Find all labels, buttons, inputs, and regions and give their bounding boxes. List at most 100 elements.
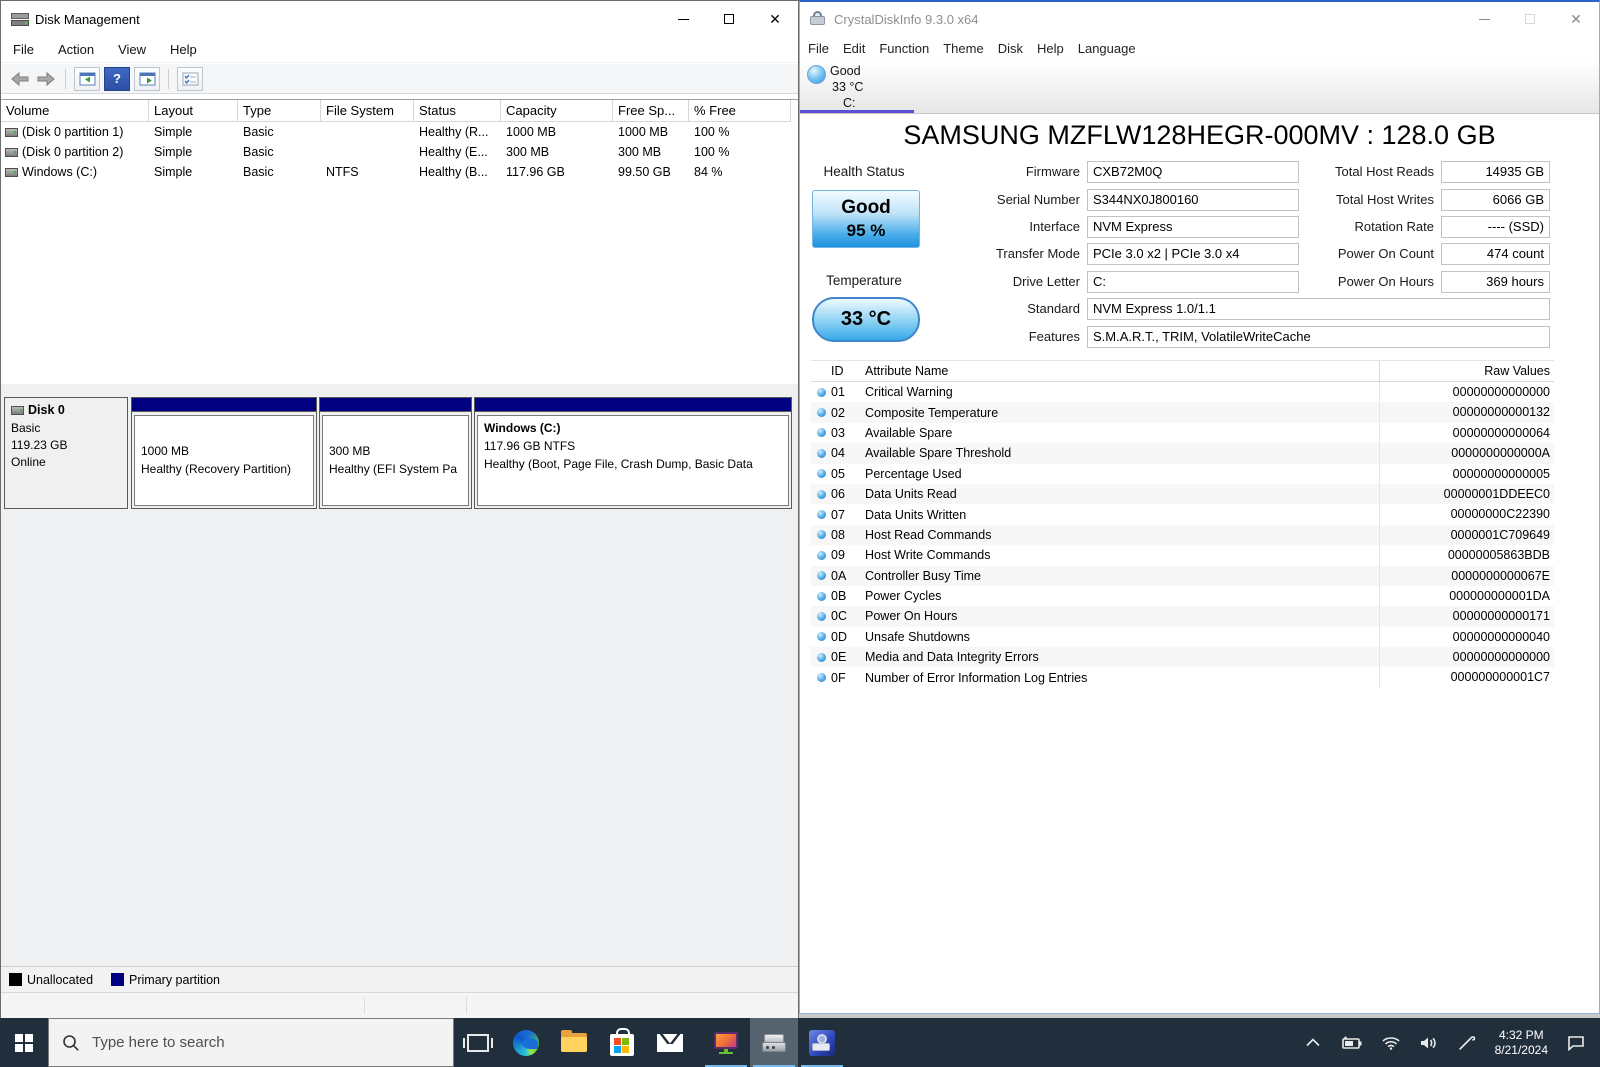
smart-raw: 00000000C22390 bbox=[1379, 504, 1554, 524]
dm-maximize-button[interactable] bbox=[706, 1, 752, 37]
volume-layout: Simple bbox=[149, 162, 238, 182]
smart-row[interactable]: 03Available Spare00000000000064 bbox=[811, 423, 1554, 443]
volume-capacity: 300 MB bbox=[501, 142, 613, 162]
smart-row[interactable]: 05Percentage Used00000000000005 bbox=[811, 464, 1554, 484]
col-percentfree[interactable]: % Free bbox=[689, 100, 791, 122]
action-pane-button[interactable] bbox=[134, 67, 160, 91]
col-layout[interactable]: Layout bbox=[149, 100, 238, 122]
col-volume[interactable]: Volume bbox=[1, 100, 149, 122]
pane-splitter[interactable] bbox=[1, 384, 798, 392]
help-button[interactable]: ? bbox=[104, 67, 130, 91]
col-capacity[interactable]: Capacity bbox=[501, 100, 613, 122]
cdi-menu-help[interactable]: Help bbox=[1037, 41, 1064, 56]
store-button[interactable] bbox=[598, 1018, 646, 1067]
smart-row[interactable]: 0DUnsafe Shutdowns00000000000040 bbox=[811, 627, 1554, 647]
cdi-menu-file[interactable]: File bbox=[808, 41, 829, 56]
screenshot-app-button[interactable] bbox=[702, 1018, 750, 1067]
partition-size: 300 MB bbox=[329, 442, 462, 460]
smart-row[interactable]: 01Critical Warning00000000000000 bbox=[811, 382, 1554, 402]
smart-name: Power On Hours bbox=[865, 609, 1379, 623]
col-filesystem[interactable]: File System bbox=[321, 100, 414, 122]
toolbar-separator bbox=[168, 69, 169, 89]
forward-button[interactable] bbox=[35, 70, 57, 88]
smart-raw: 000000000001DA bbox=[1379, 586, 1554, 606]
cdi-maximize-button[interactable] bbox=[1507, 2, 1553, 36]
volume-button[interactable] bbox=[1411, 1018, 1447, 1067]
volume-row[interactable]: (Disk 0 partition 1) Simple Basic Health… bbox=[1, 122, 798, 142]
col-freespace[interactable]: Free Sp... bbox=[613, 100, 689, 122]
volume-row[interactable]: (Disk 0 partition 2) Simple Basic Health… bbox=[1, 142, 798, 162]
disk-management-taskbar-button[interactable] bbox=[750, 1018, 798, 1067]
pen-button[interactable] bbox=[1449, 1018, 1485, 1067]
search-input[interactable] bbox=[92, 1034, 352, 1051]
cdi-minimize-button[interactable] bbox=[1461, 2, 1507, 36]
drive-tab[interactable]: Good 33 °C C: bbox=[830, 63, 863, 111]
dm-menu-action[interactable]: Action bbox=[58, 42, 94, 57]
smart-row[interactable]: 07Data Units Written00000000C22390 bbox=[811, 504, 1554, 524]
smart-row[interactable]: 0EMedia and Data Integrity Errors0000000… bbox=[811, 647, 1554, 667]
start-button[interactable] bbox=[0, 1018, 48, 1067]
search-icon bbox=[62, 1034, 80, 1052]
health-dot-icon bbox=[817, 632, 826, 641]
cdi-menu-function[interactable]: Function bbox=[879, 41, 929, 56]
cdi-menu-theme[interactable]: Theme bbox=[943, 41, 983, 56]
properties-button[interactable] bbox=[177, 67, 203, 91]
smart-row[interactable]: 0CPower On Hours00000000000171 bbox=[811, 606, 1554, 626]
battery-button[interactable] bbox=[1331, 1018, 1371, 1067]
smart-name: Number of Error Information Log Entries bbox=[865, 671, 1379, 685]
maximize-icon bbox=[724, 14, 734, 24]
dm-menu-help[interactable]: Help bbox=[170, 42, 197, 57]
cdi-menu-edit[interactable]: Edit bbox=[843, 41, 865, 56]
cdi-menu-disk[interactable]: Disk bbox=[998, 41, 1023, 56]
crystaldiskinfo-taskbar-button[interactable] bbox=[798, 1018, 846, 1067]
smart-name: Data Units Written bbox=[865, 508, 1379, 522]
file-explorer-button[interactable] bbox=[550, 1018, 598, 1067]
field-power-on-hours: Power On Hours 369 hours bbox=[800, 271, 1560, 293]
partition-efi[interactable]: 300 MB Healthy (EFI System Pa bbox=[319, 397, 472, 509]
smart-id: 0B bbox=[831, 589, 865, 603]
smart-row[interactable]: 0BPower Cycles000000000001DA bbox=[811, 586, 1554, 606]
field-standard: Standard NVM Express 1.0/1.1 bbox=[800, 298, 1560, 320]
smart-row[interactable]: 09Host Write Commands00000005863BDB bbox=[811, 545, 1554, 565]
field-value: S.M.A.R.T., TRIM, VolatileWriteCache bbox=[1087, 326, 1550, 348]
task-view-button[interactable] bbox=[454, 1018, 502, 1067]
show-console-tree-button[interactable] bbox=[74, 67, 100, 91]
action-center-button[interactable] bbox=[1558, 1018, 1594, 1067]
partition-recovery[interactable]: 1000 MB Healthy (Recovery Partition) bbox=[131, 397, 317, 509]
dm-menu-view[interactable]: View bbox=[118, 42, 146, 57]
disk0-info-panel[interactable]: Disk 0 Basic 119.23 GB Online bbox=[4, 397, 128, 509]
volume-percentfree: 100 % bbox=[689, 142, 791, 162]
smart-id: 0D bbox=[831, 630, 865, 644]
smart-row[interactable]: 08Host Read Commands0000001C709649 bbox=[811, 525, 1554, 545]
dm-minimize-button[interactable] bbox=[660, 1, 706, 37]
dm-titlebar[interactable]: Disk Management ✕ bbox=[1, 1, 798, 37]
smart-row[interactable]: 02Composite Temperature00000000000132 bbox=[811, 402, 1554, 422]
smart-id: 01 bbox=[831, 385, 865, 399]
dm-close-button[interactable]: ✕ bbox=[752, 1, 798, 37]
edge-button[interactable] bbox=[502, 1018, 550, 1067]
smart-row[interactable]: 04Available Spare Threshold0000000000000… bbox=[811, 443, 1554, 463]
cdi-window-title: CrystalDiskInfo 9.3.0 x64 bbox=[834, 12, 979, 27]
col-status[interactable]: Status bbox=[414, 100, 501, 122]
cdi-menu-language[interactable]: Language bbox=[1078, 41, 1136, 56]
tray-chevron-button[interactable] bbox=[1297, 1018, 1329, 1067]
smart-row[interactable]: 06Data Units Read00000001DDEEC0 bbox=[811, 484, 1554, 504]
smart-row[interactable]: 0AController Busy Time0000000000067E bbox=[811, 566, 1554, 586]
col-type[interactable]: Type bbox=[238, 100, 321, 122]
back-button[interactable] bbox=[9, 70, 31, 88]
partition-legend: Unallocated Primary partition bbox=[1, 966, 798, 992]
wifi-button[interactable] bbox=[1373, 1018, 1409, 1067]
dm-menu-file[interactable]: File bbox=[13, 42, 34, 57]
health-dot-icon bbox=[817, 408, 826, 417]
volume-row[interactable]: Windows (C:) Simple Basic NTFS Healthy (… bbox=[1, 162, 798, 182]
smart-row[interactable]: 0FNumber of Error Information Log Entrie… bbox=[811, 667, 1554, 687]
selected-drive-underline bbox=[800, 110, 914, 113]
taskbar-clock[interactable]: 4:32 PM 8/21/2024 bbox=[1487, 1028, 1556, 1058]
cdi-titlebar[interactable]: CrystalDiskInfo 9.3.0 x64 ✕ bbox=[800, 2, 1599, 36]
mail-button[interactable] bbox=[646, 1018, 694, 1067]
taskbar-search[interactable] bbox=[48, 1018, 454, 1067]
partition-windows-c[interactable]: Windows (C:) 117.96 GB NTFS Healthy (Boo… bbox=[474, 397, 792, 509]
cdi-close-button[interactable]: ✕ bbox=[1553, 2, 1599, 36]
field-label: Rotation Rate bbox=[800, 216, 1441, 238]
field-power-on-count: Power On Count 474 count bbox=[800, 243, 1560, 265]
